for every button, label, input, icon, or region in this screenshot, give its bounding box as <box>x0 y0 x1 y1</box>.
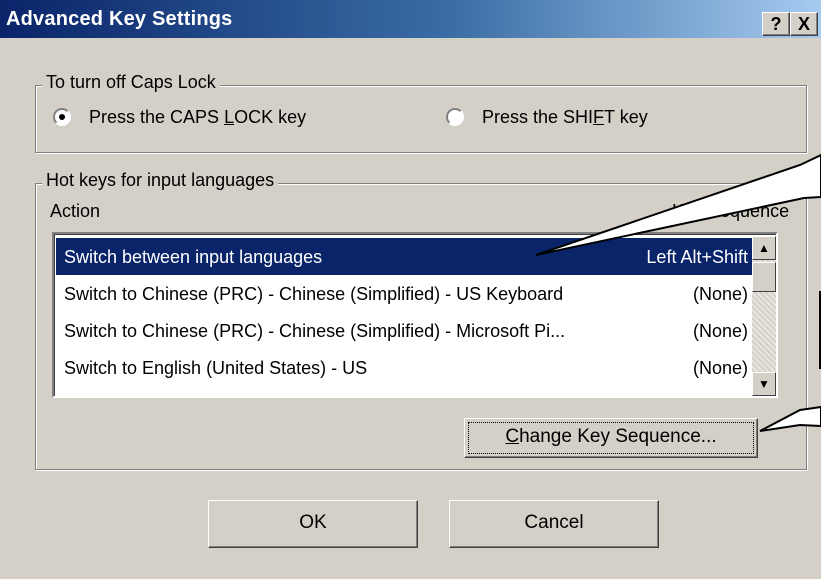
callout-pointer-bottom <box>759 405 821 432</box>
callout-overlay <box>535 153 821 432</box>
callout-pointer-top <box>535 153 821 256</box>
